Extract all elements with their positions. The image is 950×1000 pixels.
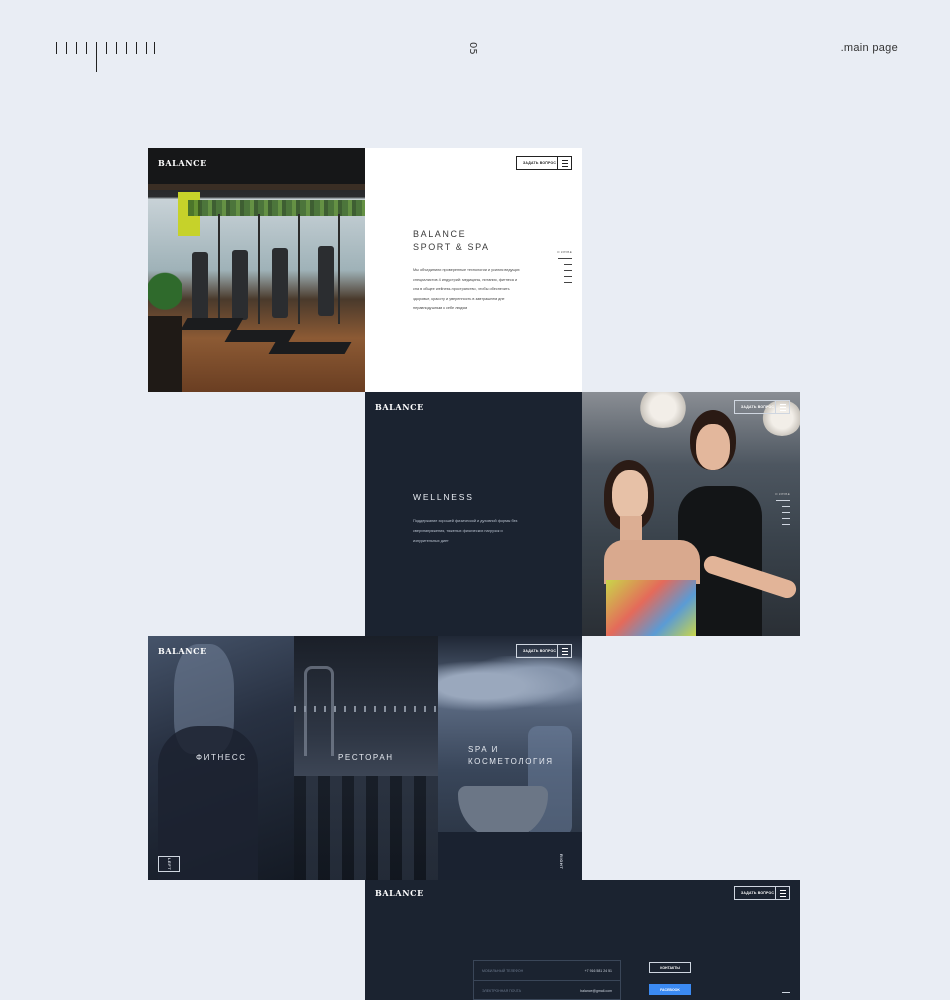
page-label: .main page xyxy=(840,42,898,54)
brand-logo[interactable]: BALANCE xyxy=(158,646,207,656)
menu-icon[interactable] xyxy=(775,887,789,899)
restaurant-label: РЕСТОРАН xyxy=(338,753,394,762)
fitness-label: ФИТНЕСС xyxy=(196,753,247,762)
contact-card: BALANCE ЗАДАТЬ ВОПРОС МОБИЛЬНЫЙ ТЕЛЕФОН … xyxy=(365,880,800,1000)
gym-photo: BALANCE xyxy=(148,148,365,392)
phone-row[interactable]: МОБИЛЬНЫЙ ТЕЛЕФОН +7 916 581 24 51 xyxy=(474,961,620,981)
fitness-tile[interactable]: ФИТНЕСС xyxy=(148,636,294,880)
menu-icon[interactable] xyxy=(557,645,571,657)
ask-question-label: ЗАДАТЬ ВОПРОС xyxy=(741,891,775,895)
email-label: ЭЛЕКТРОННАЯ ПОЧТА xyxy=(482,989,521,993)
women-photo: ЗАДАТЬ ВОПРОС О КЛУБЕ xyxy=(582,392,800,636)
right-label[interactable]: RIGHT xyxy=(559,854,564,869)
restaurant-tile[interactable]: РЕСТОРАН xyxy=(294,636,438,880)
ask-question-label: ЗАДАТЬ ВОПРОС xyxy=(523,649,557,653)
hero-card: ЗАДАТЬ ВОПРОС BALANCE SPORT & SPA Мы объ… xyxy=(365,148,582,392)
divider xyxy=(782,992,790,993)
services-collage: ФИТНЕСС РЕСТОРАН SPA И КОСМЕТОЛОГИЯ BALA… xyxy=(148,636,582,880)
ask-question-button[interactable]: ЗАДАТЬ ВОПРОС xyxy=(516,644,572,658)
email-value[interactable]: balance@gmail.com xyxy=(580,989,612,993)
ask-question-label: ЗАДАТЬ ВОПРОС xyxy=(523,161,557,165)
spa-tile[interactable]: SPA И КОСМЕТОЛОГИЯ xyxy=(438,636,582,880)
brand-logo[interactable]: BALANCE xyxy=(158,158,207,168)
email-row[interactable]: ЭЛЕКТРОННАЯ ПОЧТА balance@gmail.com xyxy=(474,981,620,1000)
side-nav[interactable]: О КЛУБЕ xyxy=(552,250,572,288)
hero-title: BALANCE SPORT & SPA xyxy=(413,229,490,252)
spa-label: SPA И КОСМЕТОЛОГИЯ xyxy=(468,745,554,766)
left-label: LEFT xyxy=(167,858,172,871)
wellness-title: WELLNESS xyxy=(413,492,474,502)
contacts-button[interactable]: КОНТАКТЫ xyxy=(649,962,691,973)
menu-icon[interactable] xyxy=(557,157,571,169)
menu-icon[interactable] xyxy=(775,401,789,413)
ask-question-button[interactable]: ЗАДАТЬ ВОПРОС xyxy=(734,400,790,414)
side-nav-label: О КЛУБЕ xyxy=(557,250,572,254)
wellness-text: Поддержание хорошей физической и духовно… xyxy=(413,519,518,543)
hero-text: Мы объединили проверенные технологии и у… xyxy=(413,268,520,310)
brand-logo[interactable]: BALANCE xyxy=(375,888,424,898)
side-nav[interactable]: О КЛУБЕ xyxy=(770,492,790,530)
ask-question-label: ЗАДАТЬ ВОПРОС xyxy=(741,405,775,409)
contact-box: МОБИЛЬНЫЙ ТЕЛЕФОН +7 916 581 24 51 ЭЛЕКТ… xyxy=(473,960,621,1000)
ruler-icon xyxy=(56,42,156,72)
phone-label: МОБИЛЬНЫЙ ТЕЛЕФОН xyxy=(482,968,524,973)
ask-question-button[interactable]: ЗАДАТЬ ВОПРОС xyxy=(734,886,790,900)
brand-logo[interactable]: BALANCE xyxy=(375,402,424,412)
side-nav-label: О КЛУБЕ xyxy=(775,492,790,496)
page-number: 05 xyxy=(467,42,478,55)
ask-question-button[interactable]: ЗАДАТЬ ВОПРОС xyxy=(516,156,572,170)
wellness-card: BALANCE WELLNESS Поддержание хорошей физ… xyxy=(365,392,582,636)
facebook-button[interactable]: FACEBOOK xyxy=(649,984,691,995)
phone-value[interactable]: +7 916 581 24 51 xyxy=(585,969,612,973)
